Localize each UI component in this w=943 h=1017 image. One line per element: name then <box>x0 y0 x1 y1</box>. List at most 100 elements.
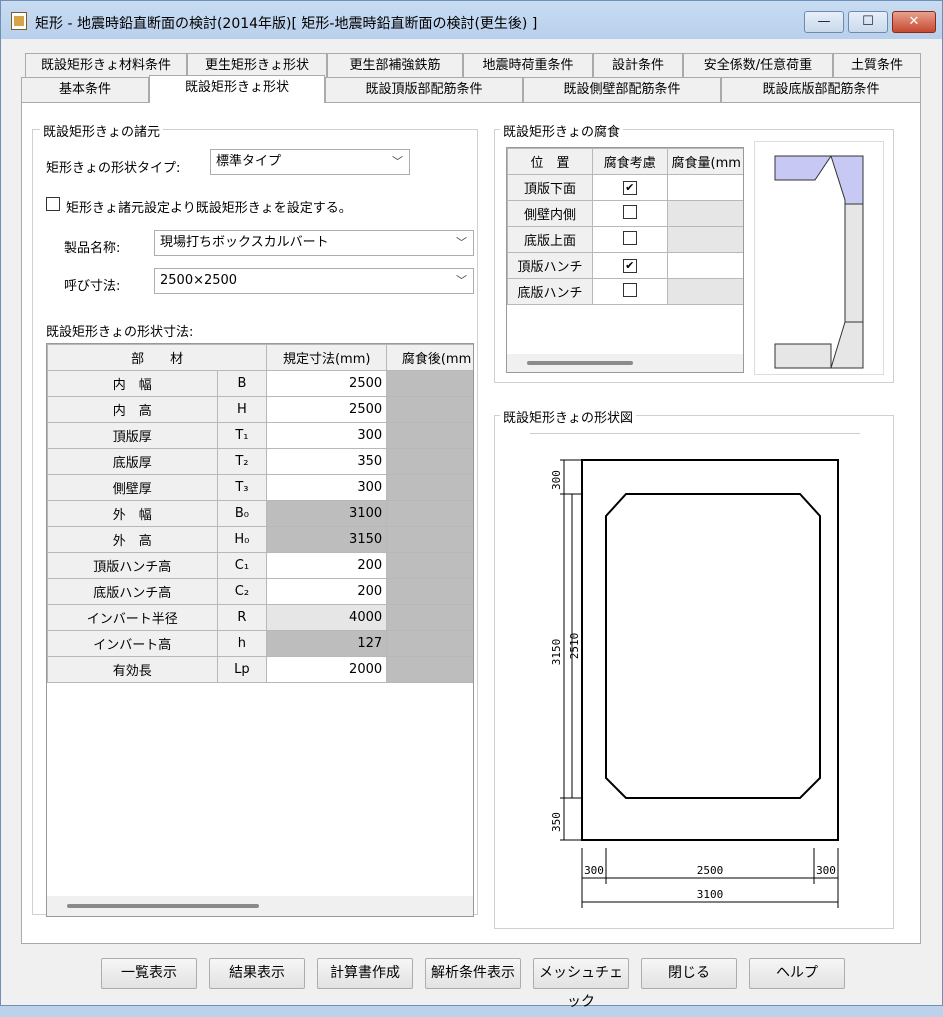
dim-outer-h-label: 3150 <box>550 639 563 666</box>
corrosion-checkbox[interactable] <box>622 230 637 245</box>
tab-side-wall-rebar[interactable]: 既設側壁部配筋条件 <box>523 77 721 102</box>
row-symbol: h <box>216 630 268 657</box>
row-corroded: 2 <box>386 396 473 423</box>
row-corroded <box>386 422 473 449</box>
row-value[interactable]: 300 <box>266 422 388 449</box>
row-value[interactable]: 2000 <box>266 656 388 683</box>
scrollbar-thumb[interactable] <box>527 361 633 365</box>
chevron-down-icon: ﹀ <box>456 274 467 287</box>
row-value[interactable]: 2500 <box>266 370 388 397</box>
top-slab-shape <box>774 155 832 181</box>
specs-group-title: 既設矩形きょの諸元 <box>40 121 164 140</box>
row-value[interactable]: 300 <box>266 474 388 501</box>
table-row: 頂版厚 T₁ 300 <box>47 422 473 449</box>
table-row: 底版ハンチ <box>507 278 743 305</box>
table-row: 有効長 Lp 2000 2 <box>47 656 473 683</box>
close-button[interactable]: ✕ <box>892 11 936 33</box>
table-row: 内 幅 B 2500 2 <box>47 370 473 397</box>
row-name: 底版厚 <box>47 448 218 475</box>
shape-figure-canvas: 300 3150 2510 350 300 2500 300 3100 <box>530 433 860 913</box>
window-title: 矩形 - 地震時鉛直断面の検討(2014年版)[ 矩形-地震時鉛直断面の検討(更… <box>35 16 538 32</box>
row-value: 127 <box>266 630 388 657</box>
row-symbol: Lp <box>216 656 268 683</box>
row-name: 底版ハンチ高 <box>47 578 218 605</box>
dim-table-scrollbar[interactable] <box>47 896 473 916</box>
product-name-select[interactable]: 現場打ちボックスカルバート ﹀ <box>154 230 474 256</box>
corrosion-checkbox[interactable] <box>622 204 637 219</box>
table-row: 頂版下面 ✔ 1 <box>507 174 743 201</box>
row-symbol: R <box>216 604 268 631</box>
table-row: 底版上面 <box>507 226 743 253</box>
row-name: インバート半径 <box>47 604 218 631</box>
row-amount[interactable]: 1 <box>666 174 743 201</box>
create-report-button[interactable]: 計算書作成 <box>317 958 413 989</box>
row-corroded: 3 <box>386 500 473 527</box>
dim-bottom-label: 350 <box>550 812 563 832</box>
row-amount <box>666 200 743 227</box>
row-value[interactable]: 200 <box>266 578 388 605</box>
tab-soil-conditions[interactable]: 土質条件 <box>833 53 921 78</box>
close-dialog-button[interactable]: 閉じる <box>641 958 737 989</box>
row-name: 内 幅 <box>47 370 218 397</box>
bottom-haunch-shape <box>830 321 864 369</box>
shape-type-label: 矩形きょの形状タイプ: <box>46 161 181 176</box>
mesh-check-button[interactable]: メッシュチェック <box>533 958 629 1010</box>
maximize-button[interactable]: ☐ <box>848 11 888 33</box>
corrosion-location-diagram <box>754 141 884 375</box>
row-value[interactable]: 200 <box>266 552 388 579</box>
dim-outer-w-label: 3100 <box>697 888 724 901</box>
corrosion-group-title: 既設矩形きょの腐食 <box>500 121 624 140</box>
row-corroded <box>386 448 473 475</box>
row-checkbox-cell: ✔ <box>591 174 668 201</box>
row-position: 底版ハンチ <box>507 278 593 305</box>
corrosion-diagram-svg <box>774 155 864 369</box>
corrosion-checkbox[interactable]: ✔ <box>622 259 637 273</box>
row-value: 3100 <box>266 500 388 527</box>
app-icon <box>11 12 27 30</box>
side-wall-shape <box>844 203 864 323</box>
product-name-label: 製品名称: <box>64 241 121 256</box>
nominal-size-select[interactable]: 2500×2500 ﹀ <box>154 268 474 294</box>
row-position: 側壁内側 <box>507 200 593 227</box>
corrosion-checkbox[interactable] <box>622 282 637 297</box>
dim-left-label: 300 <box>584 864 604 877</box>
row-checkbox-cell <box>591 278 668 305</box>
corrosion-checkbox[interactable]: ✔ <box>622 181 637 195</box>
corrosion-table: 位 置 腐食考慮 腐食量(mm 頂版下面 ✔ 1 側壁内側 底版上面 <box>506 147 744 373</box>
col-header-member: 部 材 <box>47 344 268 371</box>
spec-setting-label: 矩形きょ諸元設定より既設矩形きょを設定する。 <box>66 201 352 216</box>
list-view-button[interactable]: 一覧表示 <box>101 958 197 989</box>
corrosion-table-scrollbar[interactable] <box>507 354 743 372</box>
tab-safety-factor[interactable]: 安全係数/任意荷重 <box>683 53 833 78</box>
tab-seismic-load[interactable]: 地震時荷重条件 <box>463 53 593 78</box>
table-row: 側壁内側 <box>507 200 743 227</box>
tab-existing-shape[interactable]: 既設矩形きょ形状 <box>149 75 325 103</box>
outer-box <box>581 459 839 841</box>
col-header-spec: 規定寸法(mm) <box>266 344 388 371</box>
row-symbol: H₀ <box>216 526 268 553</box>
row-value[interactable]: 350 <box>266 448 388 475</box>
shape-type-select[interactable]: 標準タイプ ﹀ <box>210 149 410 175</box>
table-row: 頂版ハンチ高 C₁ 200 <box>47 552 473 579</box>
row-corroded <box>386 604 473 631</box>
dim-right-label: 300 <box>816 864 836 877</box>
help-button[interactable]: ヘルプ <box>749 958 845 989</box>
analysis-conditions-button[interactable]: 解析条件表示 <box>425 958 521 989</box>
row-symbol: C₂ <box>216 578 268 605</box>
tab-top-slab-rebar[interactable]: 既設頂版部配筋条件 <box>325 77 523 102</box>
spec-setting-checkbox[interactable] <box>46 197 60 211</box>
bottom-slab-shape <box>774 343 832 369</box>
tab-basic-conditions[interactable]: 基本条件 <box>21 77 149 102</box>
dim-inner-w-label: 2500 <box>697 864 724 877</box>
row-value[interactable]: 2500 <box>266 396 388 423</box>
tab-renewal-rebar[interactable]: 更生部補強鉄筋 <box>327 53 463 78</box>
results-button[interactable]: 結果表示 <box>209 958 305 989</box>
scrollbar-thumb[interactable] <box>67 904 259 908</box>
tab-design-conditions[interactable]: 設計条件 <box>593 53 683 78</box>
row-amount[interactable]: 2 <box>666 252 743 279</box>
tab-bottom-slab-rebar[interactable]: 既設底版部配筋条件 <box>721 77 921 102</box>
row-value: 3150 <box>266 526 388 553</box>
table-row: 外 高 H₀ 3150 3 <box>47 526 473 553</box>
minimize-button[interactable]: — <box>804 11 844 33</box>
table-row: 側壁厚 T₃ 300 <box>47 474 473 501</box>
